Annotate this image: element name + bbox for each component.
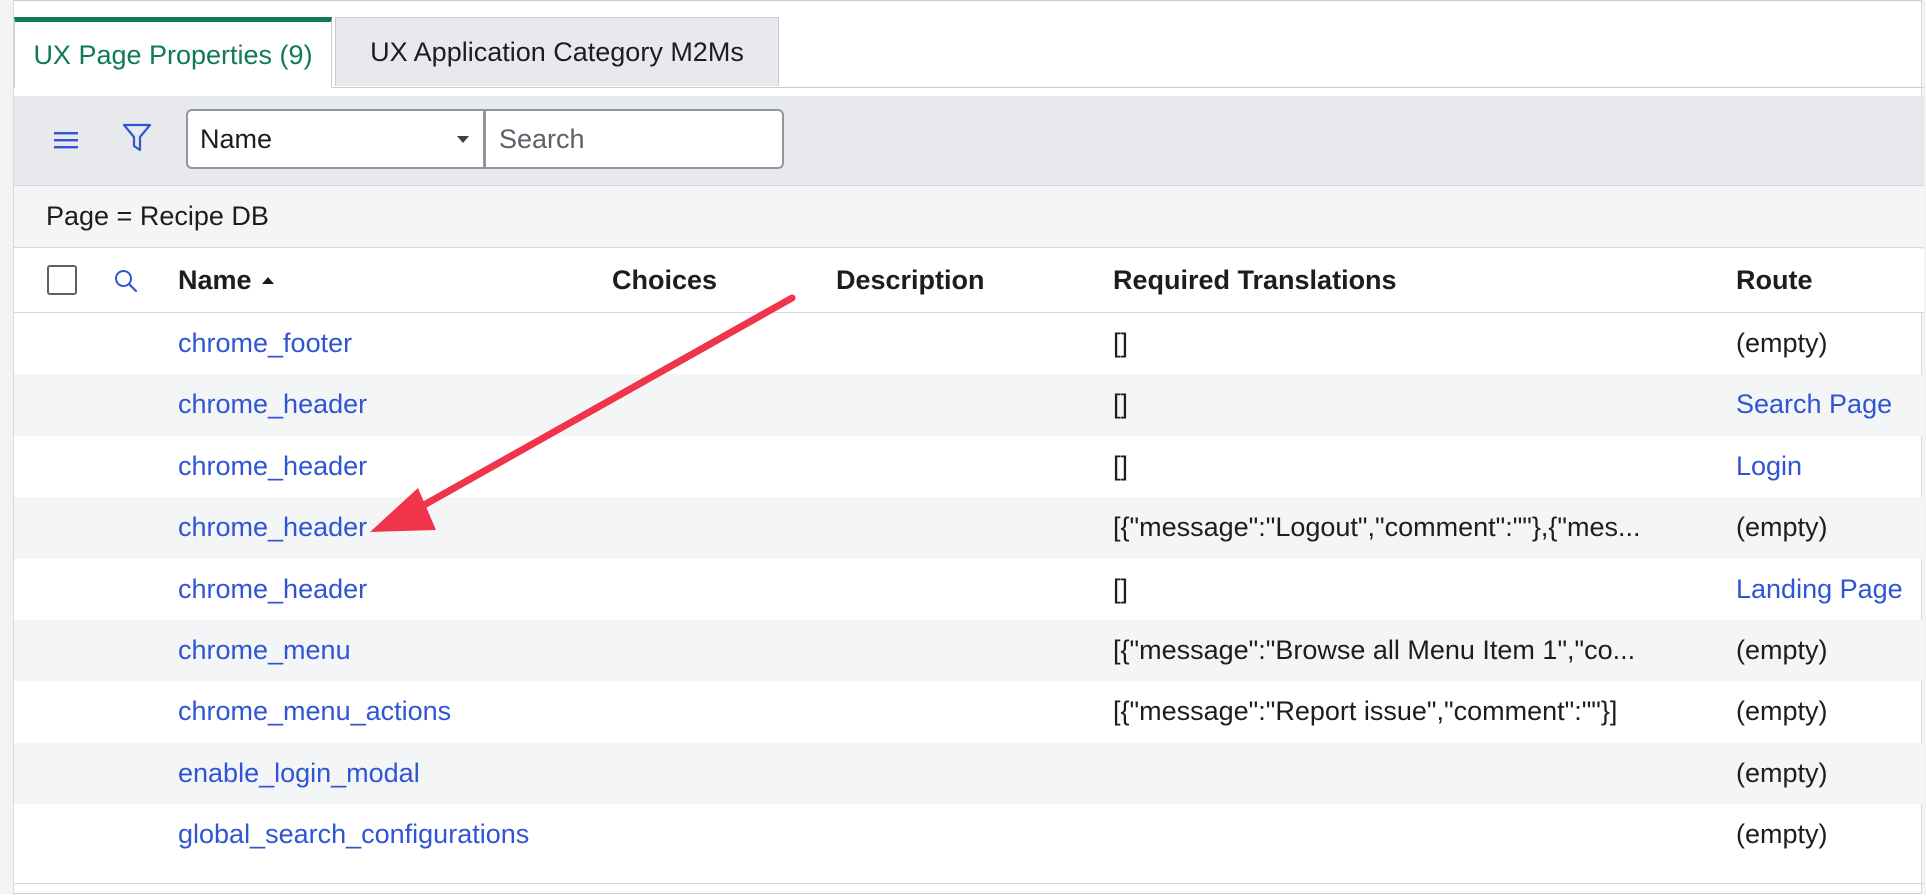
record-name-link[interactable]: chrome_footer [178,313,352,374]
table-row: chrome_footer [] (empty) [14,313,1924,374]
record-name-link[interactable]: chrome_menu_actions [178,681,451,742]
filter-condition[interactable]: Page = Recipe DB [46,201,269,232]
table-row: chrome_header [] Landing Page [14,559,1924,620]
filter-button[interactable] [117,118,157,158]
list-toolbar: Name [14,96,1924,186]
select-value: Name [200,123,273,154]
required-translations-cell: [] [1113,450,1129,481]
select-all-checkbox[interactable] [47,265,77,295]
table-body: chrome_footer [] (empty) chrome_header [… [14,313,1924,866]
column-header-route[interactable]: Route [1736,249,1813,312]
filter-breadcrumb: Page = Recipe DB [14,186,1924,248]
record-name-link[interactable]: global_search_configurations [178,804,529,865]
required-translations-cell: [{"message":"Logout","comment":""},{"mes… [1113,512,1641,543]
column-header-label: Description [836,265,985,295]
route-link[interactable]: Login [1736,436,1802,497]
route-cell: (empty) [1736,757,1828,788]
record-name-link[interactable]: enable_login_modal [178,743,420,804]
table-row: global_search_configurations (empty) [14,804,1924,865]
column-header-label: Route [1736,265,1813,295]
table-row: chrome_header [] Login [14,436,1924,497]
record-name-link[interactable]: chrome_header [178,436,367,497]
record-name-link[interactable]: chrome_header [178,374,367,435]
route-cell: (empty) [1736,634,1828,665]
required-translations-cell: [{"message":"Report issue","comment":""}… [1113,696,1618,727]
table-row: chrome_header [{"message":"Logout","comm… [14,497,1924,559]
related-list-tabs: UX Page Properties (9) UX Application Ca… [14,17,1924,88]
route-cell: (empty) [1736,328,1828,358]
route-cell: (empty) [1736,696,1828,727]
column-header-label: Name [178,265,252,295]
required-translations-cell: [{"message":"Browse all Menu Item 1","co… [1113,634,1636,665]
required-translations-cell: [] [1113,328,1129,358]
table-bottom-border [14,883,1924,884]
record-name-link[interactable]: chrome_header [178,497,367,558]
route-link[interactable]: Landing Page [1736,559,1903,620]
sort-ascending-icon [261,277,274,284]
route-link[interactable]: Search Page [1736,374,1892,435]
funnel-icon [122,123,152,152]
left-edge-strip [0,0,14,894]
table-row: chrome_header [] Search Page [14,374,1924,436]
record-name-link[interactable]: chrome_menu [178,620,351,681]
tab-ux-application-category-m2ms[interactable]: UX Application Category M2Ms [335,17,779,86]
column-header-label: Required Translations [1113,265,1397,295]
column-header-label: Choices [612,265,718,295]
search-icon [115,270,138,293]
search-field-select[interactable]: Name [186,109,485,169]
column-header-description[interactable]: Description [836,249,985,312]
column-search-button[interactable] [106,261,146,301]
required-translations-cell: [] [1113,389,1129,420]
chevron-down-icon [457,136,469,143]
tab-label: UX Page Properties (9) [33,39,313,70]
route-cell: (empty) [1736,512,1828,543]
hamburger-icon [54,132,78,149]
table-row: chrome_menu [{"message":"Browse all Menu… [14,619,1924,682]
column-header-required-translations[interactable]: Required Translations [1113,249,1397,312]
search-input-wrapper [484,109,784,169]
route-cell: (empty) [1736,819,1828,850]
table-row: chrome_menu_actions [{"message":"Report … [14,681,1924,742]
search-input[interactable] [497,122,782,156]
table-header: Name Choices Description Required Transl… [14,249,1924,313]
required-translations-cell: [] [1113,573,1129,604]
tab-ux-page-properties[interactable]: UX Page Properties (9) [14,17,332,88]
list-menu-button[interactable] [46,120,86,160]
table-row: enable_login_modal (empty) [14,742,1924,805]
tab-label: UX Application Category M2Ms [370,36,744,67]
column-header-name[interactable]: Name [178,249,274,312]
column-header-choices[interactable]: Choices [612,249,717,312]
record-name-link[interactable]: chrome_header [178,559,367,620]
